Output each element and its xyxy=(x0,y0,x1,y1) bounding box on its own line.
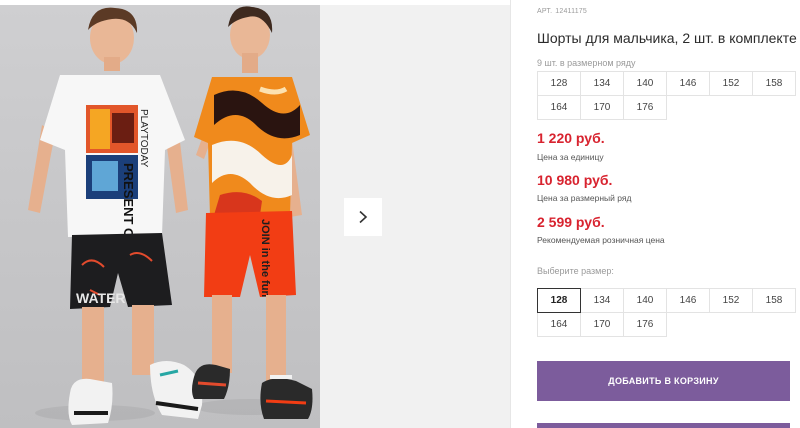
size-row-cell: 152 xyxy=(709,71,753,96)
size-option[interactable]: 170 xyxy=(580,312,624,337)
size-row-price-caption: Цена за размерный ряд xyxy=(537,193,632,203)
size-option-selected[interactable]: 128 xyxy=(537,288,581,313)
choose-size-label: Выберите размер: xyxy=(537,266,614,276)
size-option[interactable]: 146 xyxy=(666,288,710,313)
shorts-text-right: JOIN in the fun xyxy=(259,219,271,298)
size-row-price: 10 980 руб. xyxy=(537,172,613,188)
unit-price-caption: Цена за единицу xyxy=(537,152,604,162)
article-label: АРТ. xyxy=(537,8,553,15)
column-divider xyxy=(510,0,511,428)
retail-price-caption: Рекомендуемая розничная цена xyxy=(537,235,665,245)
size-selector: 128 134 140 146 152 158 164 170 176 xyxy=(537,288,796,337)
size-row-count: 9 шт. в размерном ряду xyxy=(537,58,636,68)
size-option[interactable]: 158 xyxy=(752,288,796,313)
shorts-text-left: WATER xyxy=(76,290,126,306)
chevron-right-icon xyxy=(359,210,368,224)
product-photo[interactable]: PRESENT OF PLAYTODAY WATER JOIN in the f… xyxy=(0,5,320,428)
unit-price: 1 220 руб. xyxy=(537,130,605,146)
add-to-cart-button[interactable]: ДОБАВИТЬ В КОРЗИНУ xyxy=(537,361,790,401)
size-option[interactable]: 164 xyxy=(537,312,581,337)
size-option[interactable]: 140 xyxy=(623,288,667,313)
size-row-cell: 158 xyxy=(752,71,796,96)
article-value: 12411175 xyxy=(555,8,587,15)
article-number: АРТ. 12411175 xyxy=(537,8,590,15)
size-row-cell: 128 xyxy=(537,71,581,96)
shirt-brand-text: PLAYTODAY xyxy=(138,109,149,168)
size-row-cell: 170 xyxy=(580,95,624,120)
size-option[interactable]: 152 xyxy=(709,288,753,313)
size-row-cell: 164 xyxy=(537,95,581,120)
product-photo-illustration: PRESENT OF PLAYTODAY WATER JOIN in the f… xyxy=(28,6,313,425)
size-option[interactable]: 134 xyxy=(580,288,624,313)
secondary-action-button[interactable] xyxy=(537,423,790,428)
size-row-cell: 134 xyxy=(580,71,624,96)
gallery-next-button[interactable] xyxy=(344,198,382,236)
size-row-cell: 176 xyxy=(623,95,667,120)
size-row-table: 128 134 140 146 152 158 164 170 176 xyxy=(537,71,796,120)
retail-price: 2 599 руб. xyxy=(537,214,605,230)
size-row-cell: 140 xyxy=(623,71,667,96)
product-title: Шорты для мальчика, 2 шт. в комплекте xyxy=(537,30,797,46)
product-gallery: PRESENT OF PLAYTODAY WATER JOIN in the f… xyxy=(0,0,510,428)
size-row-cell: 146 xyxy=(666,71,710,96)
size-option[interactable]: 176 xyxy=(623,312,667,337)
